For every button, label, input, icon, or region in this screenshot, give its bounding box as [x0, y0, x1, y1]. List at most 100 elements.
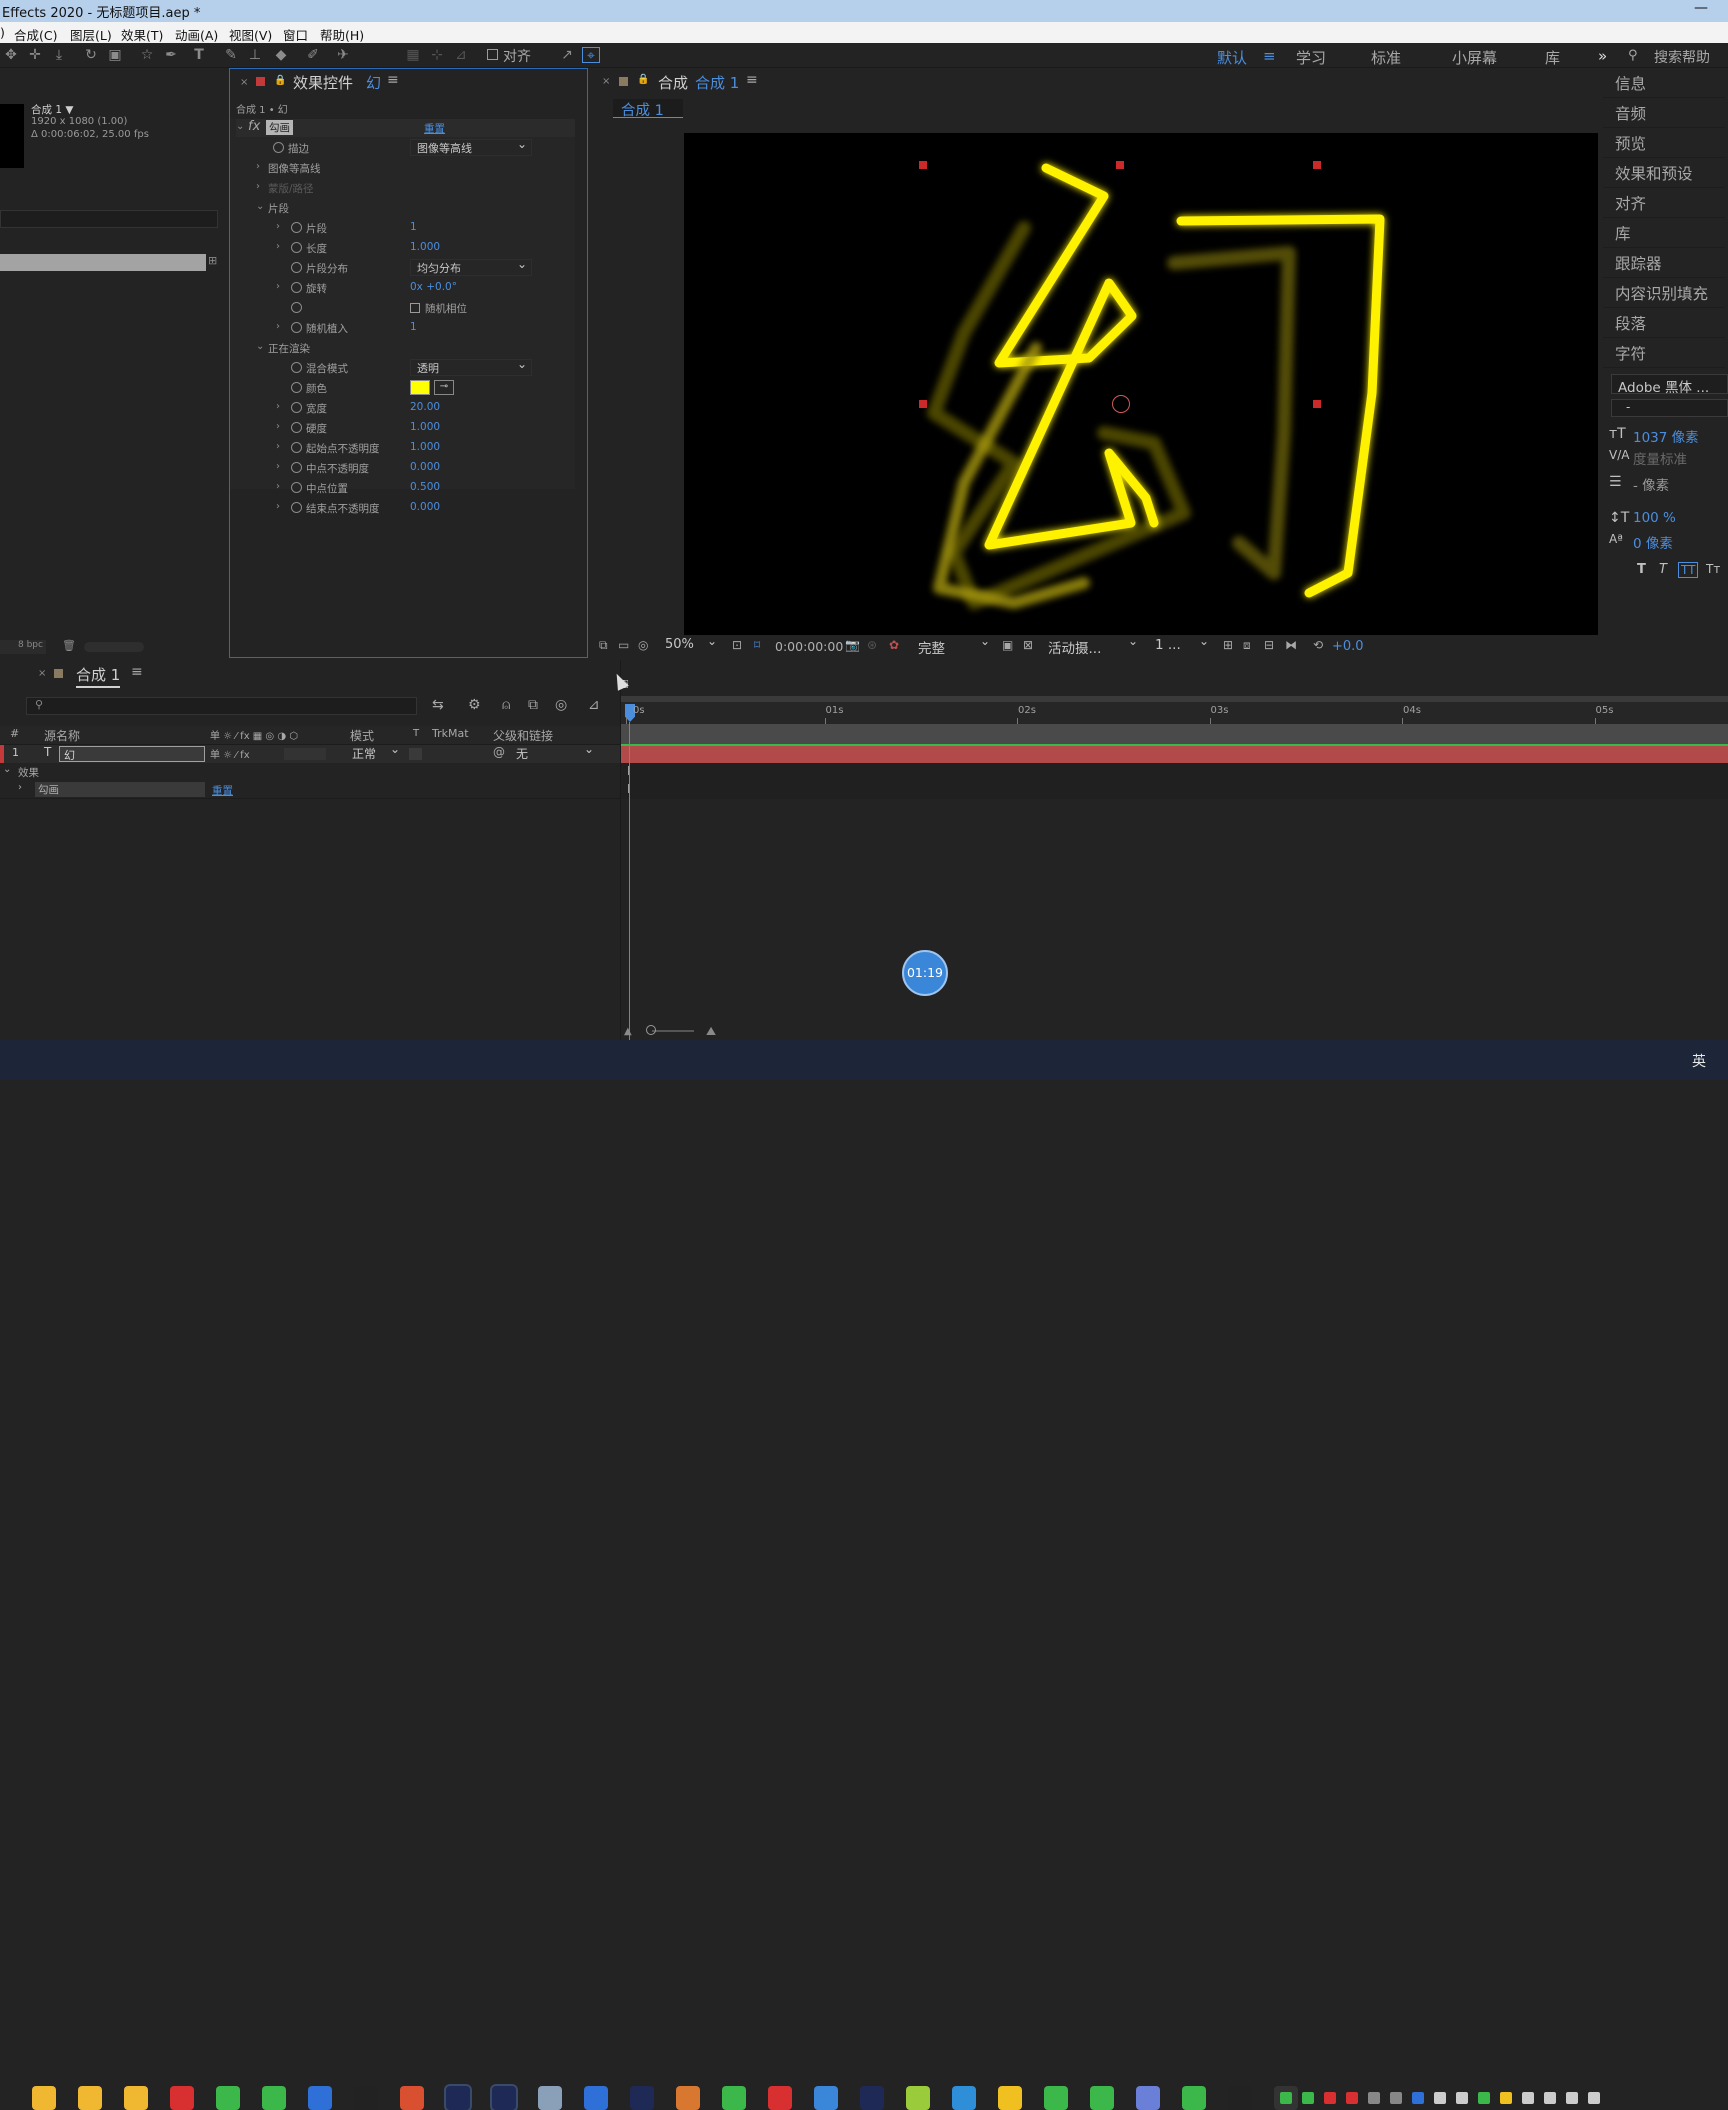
- app-icon[interactable]: [1182, 2086, 1206, 2110]
- timeline-effect-name[interactable]: 勾画: [35, 782, 205, 797]
- qq-icon[interactable]: [354, 2086, 378, 2110]
- tray-icon[interactable]: [1522, 2092, 1534, 2104]
- blender-icon[interactable]: [676, 2086, 700, 2110]
- fx-icon[interactable]: fx: [248, 119, 260, 134]
- puppet-pin-icon[interactable]: ✈: [334, 47, 352, 63]
- close-timeline-tab-icon[interactable]: ×: [38, 668, 46, 679]
- tray-icon[interactable]: [1478, 2092, 1490, 2104]
- effect-prop-value[interactable]: 0.000: [410, 501, 440, 513]
- leading-value[interactable]: - 像素: [1633, 474, 1669, 494]
- app-icon[interactable]: [722, 2086, 746, 2110]
- effect-prop-row[interactable]: › 图像等高线: [236, 159, 575, 177]
- views-dropdown[interactable]: 1 ...: [1155, 634, 1213, 654]
- effect-prop-row[interactable]: › 起始点不透明度 1.000: [236, 439, 575, 457]
- app-icon[interactable]: [1136, 2086, 1160, 2110]
- app-icon[interactable]: [906, 2086, 930, 2110]
- frame-blend-icon[interactable]: ⧉: [528, 697, 538, 713]
- effect-prop-row[interactable]: ⌄ 正在渲染: [236, 339, 575, 357]
- bbox-handle-tc[interactable]: [1116, 161, 1124, 169]
- align-checkbox[interactable]: [487, 49, 498, 60]
- browser-icon[interactable]: [262, 2086, 286, 2110]
- app-icon[interactable]: [814, 2086, 838, 2110]
- motion-blur-icon[interactable]: ◎: [555, 697, 567, 713]
- all-caps-button[interactable]: TT: [1678, 562, 1699, 578]
- menu-view[interactable]: 视图(V): [229, 25, 272, 44]
- minimize-button[interactable]: —: [1694, 0, 1708, 16]
- tray-icon[interactable]: [1456, 2092, 1468, 2104]
- effect-prop-value[interactable]: 1: [410, 321, 417, 333]
- tray-icon[interactable]: [1434, 2092, 1446, 2104]
- 3d-glasses-icon[interactable]: ◎: [638, 638, 648, 652]
- tray-icon[interactable]: [1544, 2092, 1556, 2104]
- reset-link[interactable]: 重置: [424, 121, 445, 136]
- stopwatch-icon[interactable]: [291, 422, 302, 433]
- layer-name-field[interactable]: 幻: [59, 746, 205, 762]
- search-icon[interactable]: ⚲: [1628, 48, 1638, 63]
- flowchart-icon[interactable]: ⊞: [208, 254, 217, 267]
- snapshot-icon[interactable]: 📷: [845, 638, 860, 652]
- channel-icon[interactable]: ✿: [889, 638, 899, 652]
- app-icon[interactable]: [952, 2086, 976, 2110]
- files-icon[interactable]: [538, 2086, 562, 2110]
- effect-prop-row[interactable]: › 中点不透明度 0.000: [236, 459, 575, 477]
- workspace-default[interactable]: 默认: [1217, 47, 1247, 68]
- bbox-handle-tl[interactable]: [919, 161, 927, 169]
- right-panel-tab[interactable]: 音频: [1603, 98, 1725, 128]
- timeline-icon[interactable]: ⊟: [1264, 638, 1274, 652]
- effect-prop-row[interactable]: › 蒙版/路径: [236, 179, 575, 197]
- color-swatch[interactable]: [410, 380, 430, 395]
- twirl-icon[interactable]: ⌄: [256, 341, 264, 352]
- effect-prop-row[interactable]: › 结束点不透明度 0.000: [236, 499, 575, 517]
- workspace-standard[interactable]: 标准: [1371, 47, 1401, 68]
- stopwatch-icon[interactable]: [291, 402, 302, 413]
- bbox-handle-mr[interactable]: [1313, 400, 1321, 408]
- workspace-libraries[interactable]: 库: [1545, 47, 1560, 68]
- stopwatch-icon[interactable]: [291, 262, 302, 273]
- camera-tool-icon[interactable]: ▣: [106, 47, 124, 63]
- eyedropper-icon[interactable]: ⊸: [434, 380, 454, 395]
- resolution-dropdown[interactable]: 完整: [918, 634, 994, 657]
- after-effects-icon[interactable]: [444, 2084, 472, 2110]
- stopwatch-icon[interactable]: [291, 362, 302, 373]
- right-panel-tab[interactable]: 对齐: [1603, 188, 1725, 218]
- tray-icon[interactable]: [1588, 2092, 1600, 2104]
- effect-prop-value[interactable]: 1.000: [410, 441, 440, 453]
- expand-effects-icon[interactable]: ⌄: [3, 764, 11, 775]
- tray-icon[interactable]: [1324, 2092, 1336, 2104]
- comp-mini-flowchart-icon[interactable]: ⇆: [432, 697, 444, 713]
- layer-label-color[interactable]: [0, 745, 4, 763]
- stopwatch-icon[interactable]: [291, 222, 302, 233]
- stopwatch-icon[interactable]: [291, 382, 302, 393]
- photoshop-icon[interactable]: [630, 2086, 654, 2110]
- stopwatch-icon[interactable]: [291, 302, 302, 313]
- baseline-shift-value[interactable]: 0 像素: [1633, 532, 1673, 552]
- small-caps-button[interactable]: Tт: [1706, 562, 1720, 576]
- bbox-handle-tr[interactable]: [1313, 161, 1321, 169]
- roto-brush-icon[interactable]: ✐: [304, 47, 322, 63]
- twirl-icon[interactable]: ›: [276, 321, 280, 332]
- zoom-in-icon[interactable]: ⛰: [706, 1024, 716, 1039]
- world-axis-icon[interactable]: ⊹: [428, 47, 446, 63]
- effect-controls-layer[interactable]: 幻: [366, 72, 381, 93]
- faux-bold-button[interactable]: T: [1637, 562, 1646, 577]
- col-trkmat[interactable]: TrkMat: [432, 727, 469, 740]
- project-scrollbar[interactable]: [84, 642, 144, 652]
- tray-icon[interactable]: [1368, 2092, 1380, 2104]
- panel-menu-icon[interactable]: ≡: [387, 72, 399, 88]
- fast-preview-icon[interactable]: ⧈: [1243, 638, 1251, 653]
- close-tab-icon[interactable]: ×: [240, 77, 248, 88]
- project-search[interactable]: [0, 210, 218, 228]
- comp-tab-name[interactable]: 合成 1: [695, 72, 739, 93]
- tray-icon[interactable]: [1280, 2092, 1292, 2104]
- draft-3d-icon[interactable]: ⚙: [468, 697, 481, 713]
- col-parent[interactable]: 父级和链接: [493, 727, 553, 744]
- expand-effect-row-icon[interactable]: ›: [18, 782, 22, 793]
- input-language-indicator[interactable]: 英: [1692, 1051, 1706, 1071]
- comp-subtab[interactable]: 合成 1: [613, 99, 683, 119]
- snapping-icon[interactable]: ⌖: [582, 47, 600, 64]
- effect-prop-value[interactable]: 1.000: [410, 421, 440, 433]
- time-ruler[interactable]: [620, 702, 1728, 724]
- folder-icon[interactable]: [124, 2086, 148, 2110]
- effect-prop-value[interactable]: 20.00: [410, 401, 440, 413]
- effect-prop-dropdown[interactable]: 均匀分布: [410, 257, 532, 276]
